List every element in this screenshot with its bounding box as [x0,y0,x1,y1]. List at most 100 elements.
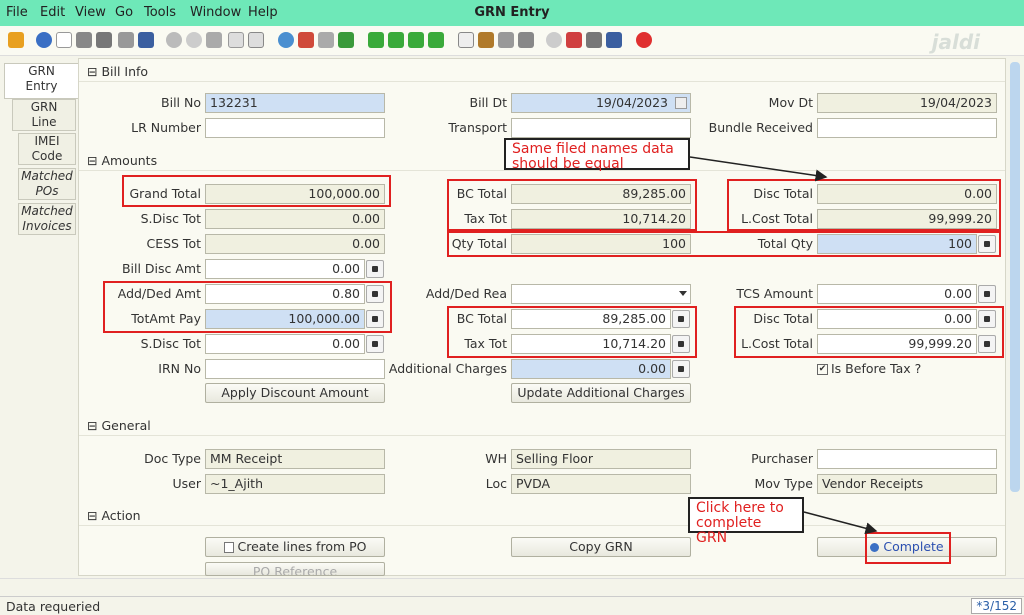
menu-go[interactable]: Go [115,5,133,20]
lr-number-field[interactable] [205,118,385,138]
archive-icon[interactable] [478,32,494,48]
tab-grn-line[interactable]: GRN Line [12,99,76,131]
home-icon[interactable] [298,32,314,48]
copy-grn-button[interactable]: Copy GRN [511,537,691,557]
previous-record-icon[interactable] [388,32,404,48]
calculator-icon[interactable] [978,285,996,303]
workflow-icon[interactable] [566,32,582,48]
irn-no-label: IRN No [158,361,201,376]
refresh-icon[interactable] [166,32,182,48]
section-amounts[interactable]: ⊟ Amounts [87,153,157,168]
tab-grn-entry[interactable]: GRN Entry [4,63,78,99]
menu-tools[interactable]: Tools [144,5,176,20]
bc-total-field[interactable]: 89,285.00 [511,309,671,329]
zoom-icon[interactable] [546,32,562,48]
request-icon[interactable] [586,32,602,48]
calculator-icon[interactable] [366,285,384,303]
complete-button[interactable]: Complete [817,537,997,557]
grid-toggle-icon[interactable] [248,32,264,48]
po-reference-button[interactable]: PO Reference [205,562,385,576]
save-icon[interactable] [138,32,154,48]
tcs-amount-field[interactable]: 0.00 [817,284,977,304]
l-cost-total-field[interactable]: 99,999.20 [817,334,977,354]
update-additional-charges-button[interactable]: Update Additional Charges [511,383,691,403]
first-record-icon[interactable] [368,32,384,48]
calculator-icon[interactable] [672,310,690,328]
section-general[interactable]: ⊟ General [87,418,151,433]
doc-type-label: Doc Type [144,451,201,466]
create-lines-from-po-button[interactable]: Create lines from PO [205,537,385,557]
tab-label: POs [35,184,59,198]
tcs-amount-label: TCS Amount [736,286,813,301]
toolbar: jaldi [0,26,1024,56]
find-icon[interactable] [186,32,202,48]
vertical-scrollbar[interactable] [1007,58,1023,576]
tax-tot-field[interactable]: 10,714.20 [511,334,671,354]
bundle-received-field[interactable] [817,118,997,138]
undo-icon[interactable] [8,32,24,48]
new-icon[interactable] [56,32,72,48]
forward-icon[interactable] [338,32,354,48]
bill-no-field[interactable]: 132231 [205,93,385,113]
calculator-icon[interactable] [366,310,384,328]
add-ded-amt-field[interactable]: 0.80 [205,284,365,304]
mov-dt-label: Mov Dt [768,95,813,110]
calculator-icon[interactable] [672,335,690,353]
chat-icon[interactable] [228,32,244,48]
bill-disc-amt-field[interactable]: 0.00 [205,259,365,279]
grn-entry-panel: ⊟ Bill Info Bill No 132231 Bill Dt 19/04… [78,58,1006,576]
calculator-icon[interactable] [978,335,996,353]
print-icon[interactable] [518,32,534,48]
tab-imei-code[interactable]: IMEI Code [18,133,76,165]
total-qty-field[interactable]: 100 [817,234,977,254]
apply-discount-button[interactable]: Apply Discount Amount [205,383,385,403]
bill-dt-field[interactable]: 19/04/2023 [511,93,691,113]
disc-total-field[interactable]: 0.00 [817,309,977,329]
close-icon[interactable] [636,32,652,48]
calculator-icon[interactable] [366,260,384,278]
next-record-icon[interactable] [408,32,424,48]
totamt-pay-field[interactable]: 100,000.00 [205,309,365,329]
additional-charges-field[interactable]: 0.00 [511,359,671,379]
add-ded-rea-select[interactable] [511,284,691,304]
transport-field[interactable] [511,118,691,138]
attachment-icon[interactable] [206,32,222,48]
totamt-pay-label: TotAmt Pay [131,311,201,326]
tab-matched-invoices[interactable]: Matched Invoices [18,203,76,235]
copy-icon[interactable] [76,32,92,48]
menu-view[interactable]: View [75,5,106,20]
bundle-received-label: Bundle Received [708,120,813,135]
delete-icon[interactable] [96,32,112,48]
menu-window[interactable]: Window [190,5,241,20]
grand-total-field: 100,000.00 [205,184,385,204]
l-cost-total-field: 99,999.20 [817,209,997,229]
s-disc-tot-field[interactable]: 0.00 [205,334,365,354]
calculator-icon[interactable] [366,335,384,353]
purchaser-field[interactable] [817,449,997,469]
section-action[interactable]: ⊟ Action [87,508,141,523]
irn-no-field[interactable] [205,359,385,379]
checkbox-checked-icon[interactable]: ✔ [817,364,828,375]
section-bill-info[interactable]: ⊟ Bill Info [87,64,148,79]
print-preview-icon[interactable] [498,32,514,48]
is-before-tax-checkbox[interactable]: ✔ Is Before Tax ? [817,361,921,376]
last-record-icon[interactable] [428,32,444,48]
menu-help[interactable]: Help [248,5,278,20]
calculator-icon[interactable] [978,235,996,253]
tab-matched-pos[interactable]: Matched POs [18,168,76,200]
horizontal-scrollbar[interactable] [0,578,1024,594]
calculator-icon[interactable] [672,360,690,378]
report-icon[interactable] [458,32,474,48]
calendar-icon[interactable] [675,97,687,109]
tools-icon[interactable] [118,32,134,48]
menu-edit[interactable]: Edit [40,5,65,20]
history-icon[interactable] [278,32,294,48]
divider [79,435,1005,436]
calculator-icon[interactable] [978,310,996,328]
help-icon[interactable] [36,32,52,48]
scrollbar-thumb[interactable] [1010,62,1020,492]
back-icon[interactable] [318,32,334,48]
record-counter[interactable]: *3/152 [971,598,1022,614]
product-info-icon[interactable] [606,32,622,48]
menu-file[interactable]: File [6,5,28,20]
